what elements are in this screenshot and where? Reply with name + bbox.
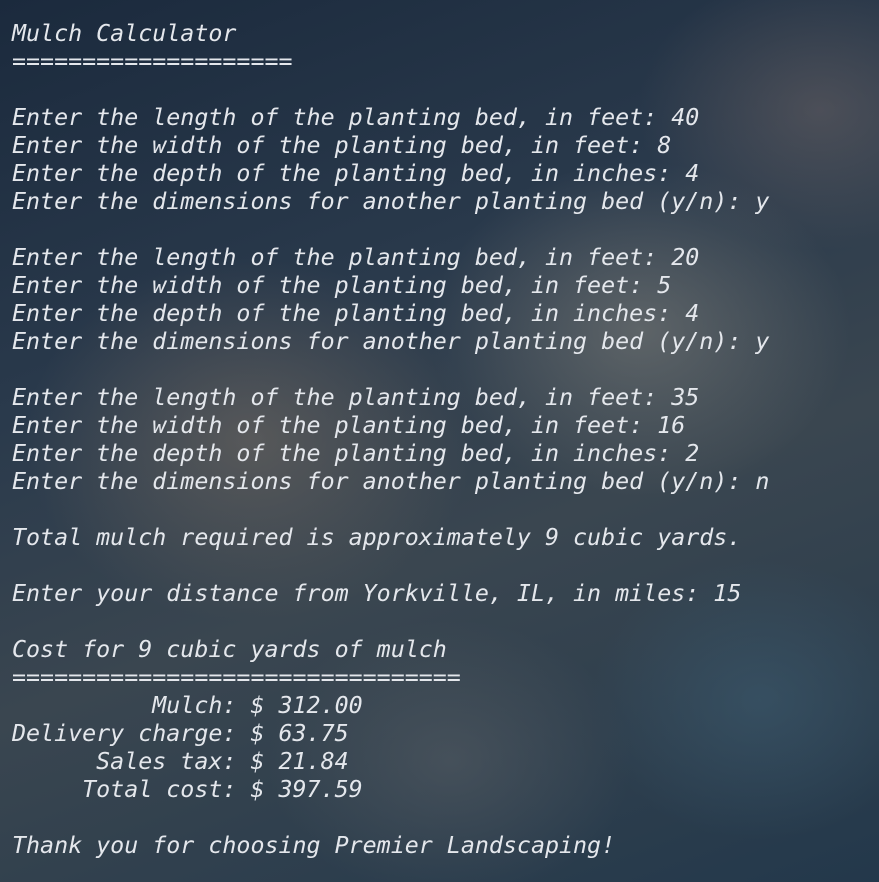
total-mulch-message: Total mulch required is approximately 9 …	[12, 524, 742, 551]
bed2-length-prompt: Enter the length of the planting bed, in…	[12, 244, 700, 271]
mulch-cost-line: Mulch: $ 312.00	[12, 692, 363, 719]
bed3-another-prompt: Enter the dimensions for another plantin…	[12, 468, 770, 495]
bed1-length-prompt: Enter the length of the planting bed, in…	[12, 104, 700, 131]
bed3-depth-prompt: Enter the depth of the planting bed, in …	[12, 440, 700, 467]
bed1-depth-prompt: Enter the depth of the planting bed, in …	[12, 160, 700, 187]
bed1-another-prompt: Enter the dimensions for another plantin…	[12, 188, 770, 215]
bed3-length-prompt: Enter the length of the planting bed, in…	[12, 384, 700, 411]
total-cost-line: Total cost: $ 397.59	[12, 776, 363, 803]
bed1-width-prompt: Enter the width of the planting bed, in …	[12, 132, 672, 159]
bed2-another-prompt: Enter the dimensions for another plantin…	[12, 328, 770, 355]
cost-heading: Cost for 9 cubic yards of mulch	[12, 636, 447, 663]
program-title: Mulch Calculator	[12, 20, 237, 47]
bed2-depth-prompt: Enter the depth of the planting bed, in …	[12, 300, 700, 327]
thank-you-message: Thank you for choosing Premier Landscapi…	[12, 832, 616, 859]
distance-prompt: Enter your distance from Yorkville, IL, …	[12, 580, 742, 607]
sales-tax-line: Sales tax: $ 21.84	[12, 748, 349, 775]
delivery-charge-line: Delivery charge: $ 63.75	[12, 720, 349, 747]
cost-heading-underline: ================================	[12, 664, 461, 691]
bed2-width-prompt: Enter the width of the planting bed, in …	[12, 272, 672, 299]
title-underline: ====================	[12, 48, 293, 75]
terminal-window: Mulch Calculator ==================== En…	[0, 0, 879, 882]
bed3-width-prompt: Enter the width of the planting bed, in …	[12, 412, 686, 439]
